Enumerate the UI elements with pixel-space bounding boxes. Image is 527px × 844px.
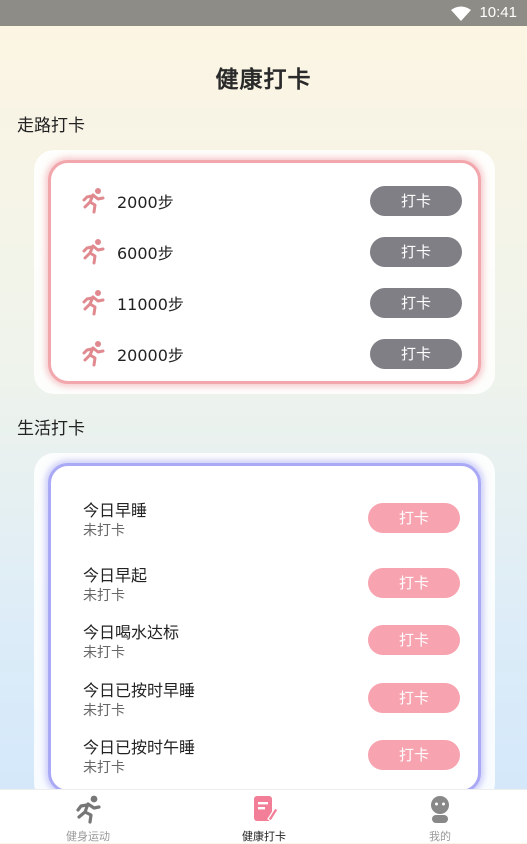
bottom-tab-bar: 健身运动 健康打卡 我的 (0, 789, 527, 843)
life-item-status: 未打卡 (83, 645, 125, 661)
walk-row: 6000步 打卡 (79, 237, 478, 267)
wifi-icon (451, 6, 471, 25)
tab-mine[interactable]: 我的 (352, 790, 527, 843)
walk-row: 2000步 打卡 (79, 186, 478, 216)
life-checkin-button[interactable]: 打卡 (368, 683, 460, 713)
life-checkin-button[interactable]: 打卡 (368, 568, 460, 598)
life-row: 今日已按时午睡 未打卡 打卡 (83, 734, 478, 778)
running-icon (82, 290, 105, 316)
life-row: 今日喝水达标 未打卡 打卡 (83, 619, 478, 663)
life-row: 今日早起 未打卡 打卡 (83, 562, 478, 606)
walk-steps-label: 11000步 (117, 295, 184, 314)
tab-fitness[interactable]: 健身运动 (0, 790, 176, 843)
life-item-name: 今日已按时午睡 (83, 738, 196, 757)
life-card: 今日早睡 未打卡 打卡 今日早起 未打卡 打卡 今日喝水达标 未打卡 打卡 今日… (34, 453, 495, 803)
life-item-name: 今日早睡 (83, 501, 148, 520)
walk-checkin-button[interactable]: 打卡 (370, 288, 462, 318)
tab-health-checkin[interactable]: 健康打卡 (176, 790, 352, 843)
life-item-name: 今日喝水达标 (83, 623, 180, 642)
running-icon (82, 239, 105, 265)
status-bar: 10:41 (0, 0, 527, 26)
life-item-name: 今日已按时早睡 (83, 681, 196, 700)
life-card-inner: 今日早睡 未打卡 打卡 今日早起 未打卡 打卡 今日喝水达标 未打卡 打卡 今日… (48, 463, 481, 793)
life-item-status: 未打卡 (83, 523, 125, 539)
walk-section-title: 走路打卡 (17, 116, 85, 136)
life-section-title: 生活打卡 (17, 419, 85, 439)
life-row: 今日早睡 未打卡 打卡 (83, 497, 478, 541)
walk-row: 20000步 打卡 (79, 339, 478, 369)
page-title: 健康打卡 (215, 67, 312, 93)
walk-checkin-button[interactable]: 打卡 (370, 237, 462, 267)
walk-steps-label: 20000步 (117, 346, 184, 365)
walk-row: 11000步 打卡 (79, 288, 478, 318)
life-row: 今日已按时早睡 未打卡 打卡 (83, 677, 478, 721)
life-checkin-button[interactable]: 打卡 (368, 740, 460, 770)
life-item-status: 未打卡 (83, 703, 125, 719)
checkin-icon (254, 796, 279, 822)
walk-checkin-button[interactable]: 打卡 (370, 339, 462, 369)
walk-checkin-button[interactable]: 打卡 (370, 186, 462, 216)
life-item-status: 未打卡 (83, 588, 125, 604)
life-checkin-button[interactable]: 打卡 (368, 625, 460, 655)
life-item-status: 未打卡 (83, 760, 125, 776)
running-icon (82, 188, 105, 214)
walk-card-inner: 2000步 打卡 6000步 打卡 11000步 打卡 20000步 打卡 (48, 160, 481, 384)
status-time: 10:41 (479, 4, 517, 21)
walk-steps-label: 6000步 (117, 244, 174, 263)
profile-icon (431, 796, 449, 823)
life-checkin-button[interactable]: 打卡 (368, 503, 460, 533)
running-icon (82, 341, 105, 367)
walk-steps-label: 2000步 (117, 193, 174, 212)
life-item-name: 今日早起 (83, 566, 148, 585)
running-icon (76, 795, 101, 824)
walk-card: 2000步 打卡 6000步 打卡 11000步 打卡 20000步 打卡 (34, 150, 495, 394)
